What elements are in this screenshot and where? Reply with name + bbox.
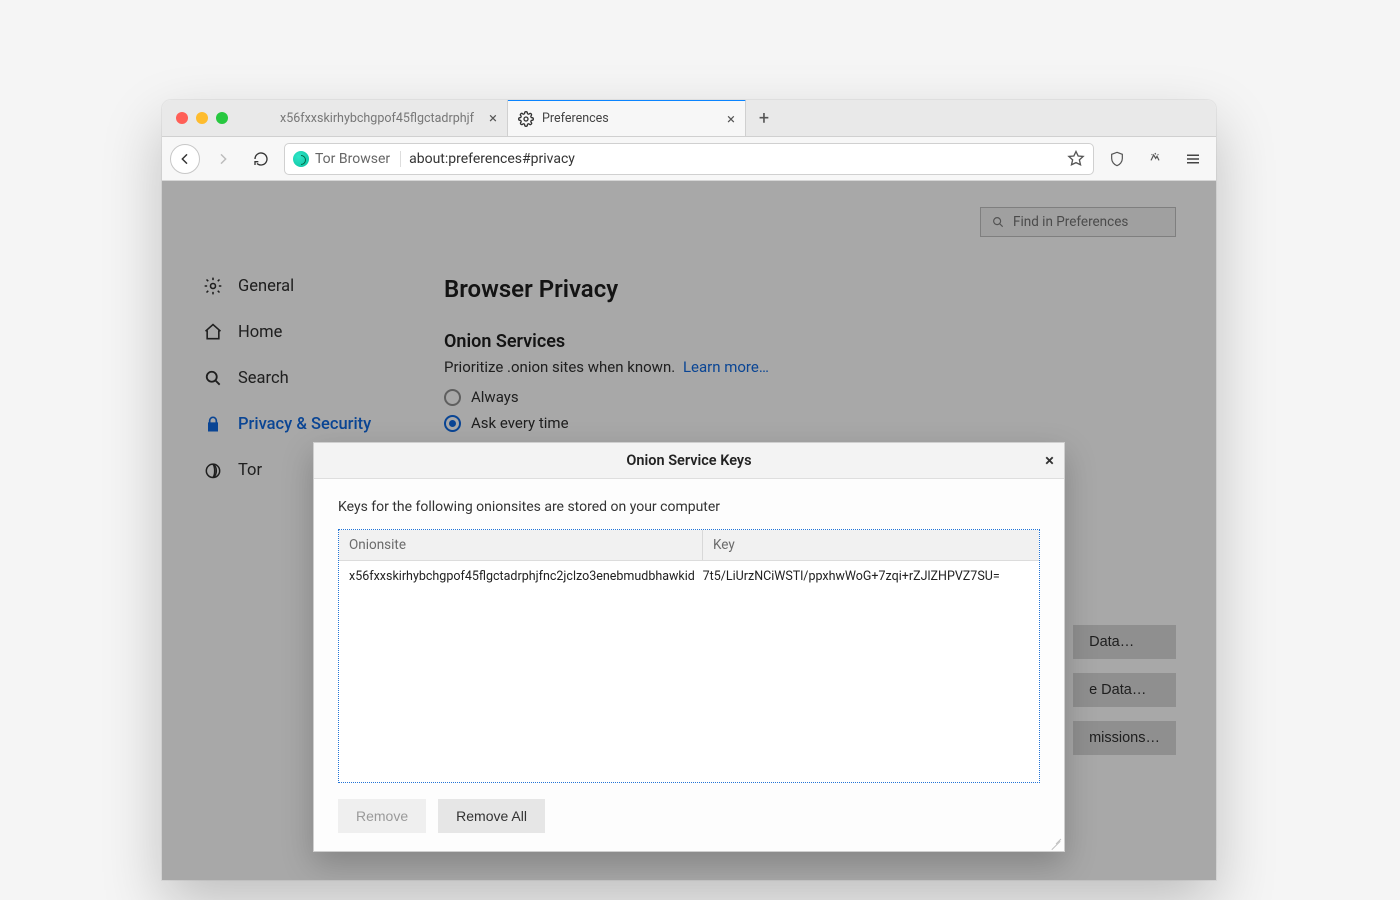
url-bar[interactable]: Tor Browser about:preferences#privacy (284, 143, 1094, 175)
dialog-title: Onion Service Keys (626, 452, 751, 469)
dialog-footer: Remove Remove All (314, 783, 1064, 851)
browser-window: x56fxxskirhybchgpof45flgctadrphjf × Pref… (162, 100, 1216, 880)
security-level-icon[interactable] (1140, 144, 1170, 174)
onion-service-keys-dialog: Onion Service Keys × Keys for the follow… (313, 442, 1065, 852)
remove-all-button[interactable]: Remove All (438, 799, 545, 833)
close-tab-icon[interactable]: × (489, 109, 497, 127)
cell-key: 7t5/LiUrzNCiWSTl/ppxhwWoG+7zqi+rZJlZHPVZ… (703, 569, 1029, 584)
column-onionsite[interactable]: Onionsite (339, 530, 703, 560)
tab-title: Preferences (542, 111, 719, 126)
new-tab-button[interactable]: + (746, 100, 782, 136)
column-key[interactable]: Key (703, 530, 1039, 560)
window-controls (162, 100, 270, 136)
close-icon[interactable]: × (1045, 451, 1054, 471)
identity-label: Tor Browser (315, 151, 390, 167)
tor-icon (293, 151, 309, 167)
dialog-header: Onion Service Keys × (314, 443, 1064, 479)
minimize-window-icon[interactable] (196, 112, 208, 124)
tab-strip: x56fxxskirhybchgpof45flgctadrphjf × Pref… (162, 100, 1216, 137)
gear-icon (518, 111, 534, 127)
dialog-description: Keys for the following onionsites are st… (338, 499, 1040, 515)
onion-keys-table[interactable]: Onionsite Key x56fxxskirhybchgpof45flgct… (338, 529, 1040, 783)
reload-button[interactable] (246, 144, 276, 174)
close-window-icon[interactable] (176, 112, 188, 124)
navigation-toolbar: Tor Browser about:preferences#privacy (162, 137, 1216, 181)
url-text: about:preferences#privacy (409, 151, 575, 167)
shield-icon[interactable] (1102, 144, 1132, 174)
tab-title: x56fxxskirhybchgpof45flgctadrphjf (280, 111, 481, 126)
table-header: Onionsite Key (339, 530, 1039, 561)
zoom-window-icon[interactable] (216, 112, 228, 124)
cell-onionsite: x56fxxskirhybchgpof45flgctadrphjfnc2jclz… (349, 569, 703, 584)
identity-box[interactable]: Tor Browser (293, 151, 401, 167)
hamburger-menu-icon[interactable] (1178, 144, 1208, 174)
table-row[interactable]: x56fxxskirhybchgpof45flgctadrphjfnc2jclz… (339, 561, 1039, 594)
close-tab-icon[interactable]: × (727, 110, 735, 128)
forward-button[interactable] (208, 144, 238, 174)
star-icon[interactable] (1067, 150, 1085, 168)
tab-onionsite[interactable]: x56fxxskirhybchgpof45flgctadrphjf × (270, 100, 508, 136)
remove-button[interactable]: Remove (338, 799, 426, 833)
back-button[interactable] (170, 144, 200, 174)
tab-preferences[interactable]: Preferences × (508, 100, 746, 136)
resize-grip-icon[interactable] (1050, 837, 1062, 849)
